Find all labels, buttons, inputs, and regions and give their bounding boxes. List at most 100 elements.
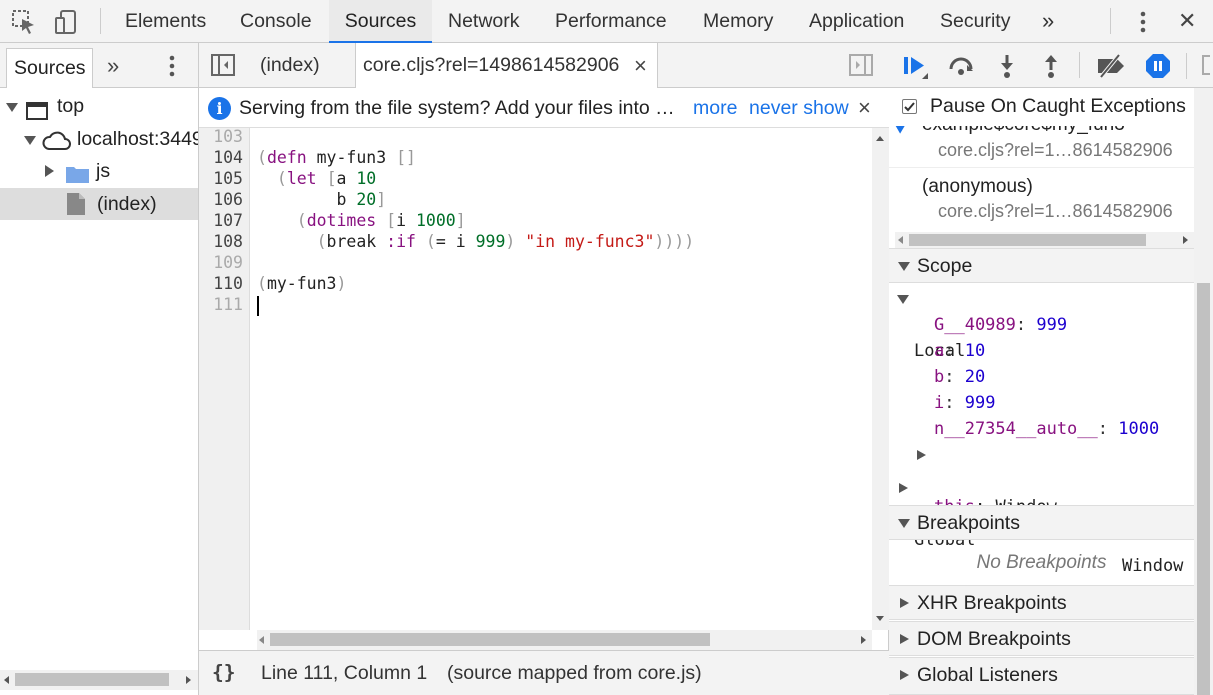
line-number[interactable]: 103: [213, 126, 243, 147]
breakpoints-header[interactable]: Breakpoints: [889, 505, 1194, 540]
call-frame-location[interactable]: core.cljs?rel=1…8614582906: [938, 201, 1173, 222]
device-toolbar-icon[interactable]: [53, 8, 81, 36]
infobar-more-link[interactable]: more: [693, 88, 737, 128]
tree-item-js-folder[interactable]: js: [0, 155, 198, 187]
dom-breakpoints-header[interactable]: DOM Breakpoints: [889, 621, 1194, 656]
inspect-element-icon[interactable]: [10, 8, 38, 36]
navigator-h-scrollbar[interactable]: [0, 670, 198, 690]
collapsed-arrow-icon[interactable]: [917, 450, 926, 460]
kebab-menu-icon[interactable]: [1129, 8, 1157, 36]
line-number-gutter: 103 104 105 106 107 108 109 110 111: [199, 126, 250, 630]
tree-item-top[interactable]: top: [0, 90, 198, 122]
expand-arrow-icon[interactable]: [898, 519, 910, 528]
line-number[interactable]: 108: [213, 231, 243, 252]
toggle-navigator-icon[interactable]: [211, 54, 235, 82]
scope-variable[interactable]: a: 10: [934, 338, 985, 364]
navigator-menu-icon[interactable]: [158, 52, 186, 86]
collapsed-arrow-icon[interactable]: [900, 598, 909, 608]
scope-variable[interactable]: i: 999: [934, 390, 995, 416]
tab-sources[interactable]: Sources: [329, 0, 432, 43]
line-number[interactable]: 109: [213, 252, 243, 273]
tree-item-index[interactable]: (index): [0, 188, 198, 220]
tab-elements[interactable]: Elements: [123, 0, 208, 43]
tab-memory[interactable]: Memory: [701, 0, 775, 43]
collapsed-arrow-icon[interactable]: [900, 634, 909, 644]
info-icon: i: [208, 97, 231, 120]
scrollbar-thumb[interactable]: [15, 673, 169, 686]
scrollbar-thumb[interactable]: [1197, 283, 1210, 695]
scope-header[interactable]: Scope: [889, 248, 1194, 283]
tab-network[interactable]: Network: [446, 0, 522, 43]
collapsed-arrow-icon[interactable]: [45, 165, 54, 177]
tab-security[interactable]: Security: [938, 0, 1012, 43]
expand-arrow-icon[interactable]: [6, 103, 18, 112]
scroll-right-icon[interactable]: [186, 676, 191, 684]
scroll-right-icon[interactable]: [1183, 236, 1188, 244]
scroll-down-icon[interactable]: [876, 616, 884, 621]
editor-v-scrollbar[interactable]: [872, 128, 889, 630]
call-frame[interactable]: (anonymous) core.cljs?rel=1…8614582906: [889, 169, 1194, 225]
debugger-v-scrollbar[interactable]: [1194, 88, 1213, 695]
xhr-breakpoints-header[interactable]: XHR Breakpoints: [889, 585, 1194, 620]
tree-item-host[interactable]: localhost:3449: [0, 123, 198, 155]
line-number[interactable]: 105: [213, 168, 243, 189]
scope-this-row[interactable]: this: Window: [917, 442, 1187, 517]
line-number[interactable]: 110: [213, 273, 243, 294]
scrollbar-thumb[interactable]: [270, 633, 710, 646]
collapsed-arrow-icon[interactable]: [900, 670, 909, 680]
close-tab-button[interactable]: ×: [634, 43, 647, 88]
navigator-more-button[interactable]: »: [107, 48, 119, 84]
code-line-108: (break :if (= i 999) "in my-func3")))): [316, 232, 695, 251]
call-frame-name: example$core$my_fun3: [922, 126, 1125, 136]
toggle-debugger-icon[interactable]: [849, 54, 873, 82]
toolbar-divider: [100, 8, 101, 34]
call-frame-location[interactable]: core.cljs?rel=1…8614582906: [938, 140, 1173, 161]
global-listeners-header[interactable]: Global Listeners: [889, 657, 1194, 695]
scroll-left-icon[interactable]: [259, 636, 264, 644]
deactivate-breakpoints-icon[interactable]: [1095, 53, 1127, 84]
file-tab-index[interactable]: (index): [260, 43, 320, 88]
expand-arrow-icon[interactable]: [898, 262, 910, 271]
call-stack-h-scrollbar[interactable]: [895, 232, 1194, 248]
scroll-left-icon[interactable]: [4, 676, 9, 684]
tab-performance[interactable]: Performance: [553, 0, 669, 43]
expand-arrow-icon[interactable]: [24, 136, 36, 145]
pause-caught-row[interactable]: Pause On Caught Exceptions: [889, 88, 1194, 126]
step-over-icon[interactable]: [947, 55, 975, 83]
infobar-never-show-link[interactable]: never show: [749, 88, 849, 128]
scroll-left-icon[interactable]: [898, 236, 903, 244]
line-number[interactable]: 111: [213, 294, 243, 315]
line-number[interactable]: 107: [213, 210, 243, 231]
line-number[interactable]: 106: [213, 189, 243, 210]
code-editor[interactable]: (defn my-fun3 [] (let [a 10 b 20] (dotim…: [257, 128, 872, 630]
collapsed-arrow-icon[interactable]: [899, 483, 908, 493]
scope-variable[interactable]: G__40989: 999: [934, 312, 1067, 338]
infobar-close-button[interactable]: ×: [858, 88, 871, 128]
resume-icon[interactable]: [902, 54, 932, 86]
scope-variable[interactable]: n__27354__auto__: 1000: [934, 416, 1159, 442]
debugger-toolbar: [889, 43, 1213, 88]
scope-variable[interactable]: b: 20: [934, 364, 985, 390]
step-out-icon[interactable]: [1041, 53, 1061, 85]
close-devtools-button[interactable]: ✕: [1176, 0, 1198, 43]
pause-on-exceptions-icon[interactable]: [1145, 53, 1171, 85]
scroll-up-icon[interactable]: [876, 136, 884, 141]
tab-sources-navigator[interactable]: Sources: [6, 48, 93, 88]
line-number[interactable]: 104: [213, 147, 243, 168]
tab-console[interactable]: Console: [238, 0, 314, 43]
scope-global-row[interactable]: Global Window: [889, 475, 1194, 576]
tab-application[interactable]: Application: [807, 0, 906, 43]
expand-arrow-icon[interactable]: [897, 295, 909, 304]
scope-local-row[interactable]: Local: [889, 286, 1194, 361]
file-tab-core-cljs[interactable]: core.cljs?rel=1498614582906 ×: [355, 43, 658, 89]
scrollbar-thumb[interactable]: [909, 234, 1146, 246]
step-into-icon[interactable]: [997, 53, 1017, 85]
pretty-print-button[interactable]: {}: [212, 651, 235, 695]
more-tabs-button[interactable]: »: [1040, 0, 1056, 43]
editor-h-scrollbar[interactable]: [257, 630, 872, 650]
call-frame[interactable]: example$core$my_fun3 core.cljs?rel=1…861…: [889, 126, 1194, 168]
source-map-info[interactable]: (source mapped from core.js): [447, 651, 702, 695]
async-icon[interactable]: [1202, 55, 1210, 75]
checkbox-checked-icon[interactable]: [902, 99, 917, 114]
scroll-right-icon[interactable]: [861, 636, 866, 644]
